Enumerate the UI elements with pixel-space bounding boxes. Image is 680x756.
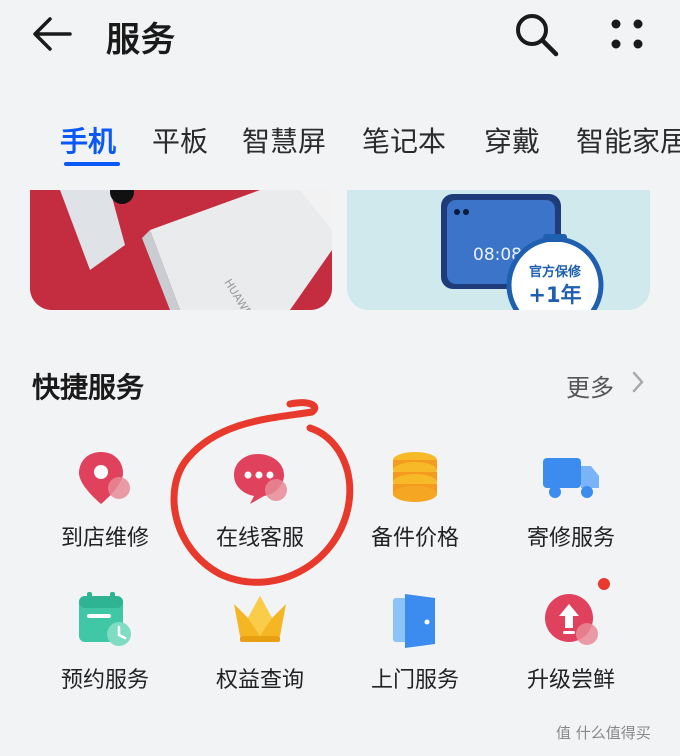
location-pin-icon [79,452,130,504]
search-icon[interactable] [512,10,560,58]
watermark: 值 什么值得买 [556,724,651,742]
service-store-repair[interactable]: 到店维修 [30,448,180,568]
tab-smart-screen[interactable]: 智慧屏 [242,120,326,160]
chevron-right-icon[interactable] [630,370,646,394]
service-label: 上门服务 [370,668,459,693]
chat-bubble-icon [234,454,287,504]
tab-wearable[interactable]: 穿戴 [484,120,540,160]
service-label: 权益查询 [215,668,304,693]
service-label: 备件价格 [370,526,459,551]
service-label: 升级尝鲜 [526,668,615,693]
tab-smart-home[interactable]: 智能家居 [576,120,680,160]
service-mail-in-repair[interactable]: 寄修服务 [496,448,646,568]
service-onsite[interactable]: 上门服务 [340,590,490,710]
tab-indicator [64,162,120,166]
service-label: 在线客服 [215,526,304,551]
service-upgrade-beta[interactable]: 升级尝鲜 [496,590,646,710]
section-title-quick-services: 快捷服务 [32,371,145,404]
warranty-badge-line2: +1年 [528,283,581,307]
service-parts-price[interactable]: 备件价格 [340,448,490,568]
crown-icon [234,596,286,642]
page-title: 服务 [106,20,176,60]
banner-phone-promo[interactable]: HUAWEI [30,190,332,310]
banner-warranty-promo[interactable]: 08:08 官方保修 +1年 [347,190,650,310]
tab-tablet[interactable]: 平板 [152,120,208,160]
banner-phone-image: HUAWEI [30,190,332,310]
more-options-icon[interactable] [604,14,650,54]
more-link[interactable]: 更多 [566,368,614,403]
tab-phone[interactable]: 手机 [60,120,116,160]
service-label: 到店维修 [60,526,149,551]
back-arrow-icon[interactable] [30,14,76,54]
tab-laptop[interactable]: 笔记本 [362,120,446,160]
service-online-support[interactable]: 在线客服 [185,448,335,568]
upgrade-arrow-icon [545,594,598,645]
service-label: 寄修服务 [526,526,615,551]
coin-stack-icon [393,452,437,502]
delivery-truck-icon [543,458,599,498]
service-benefits-query[interactable]: 权益查询 [185,590,335,710]
banner-warranty-image: 08:08 官方保修 +1年 [347,190,650,310]
door-icon [393,594,435,648]
notification-dot [598,578,610,590]
category-tabs: 手机 平板 智慧屏 笔记本 穿戴 智能家居 [0,112,680,172]
calendar-clock-icon [79,592,131,646]
service-label: 预约服务 [60,668,149,693]
warranty-badge-line1: 官方保修 [529,264,582,280]
service-appointment[interactable]: 预约服务 [30,590,180,710]
